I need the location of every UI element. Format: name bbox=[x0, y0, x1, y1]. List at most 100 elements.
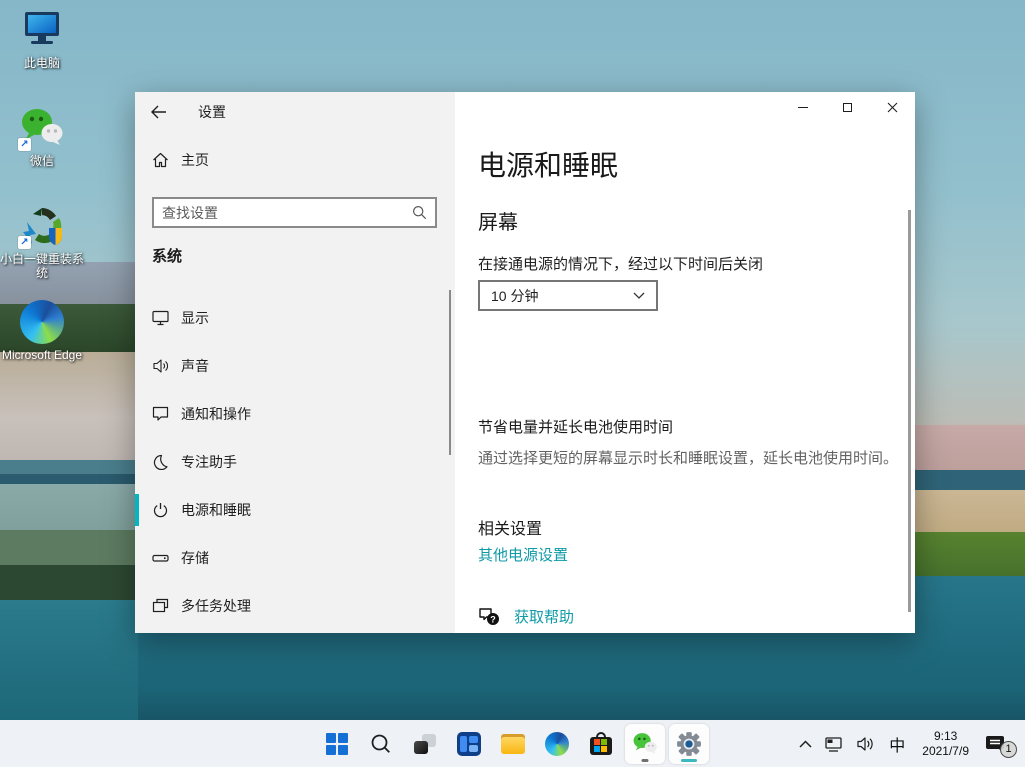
wallpaper-left-green bbox=[0, 530, 138, 565]
task-view-button[interactable] bbox=[403, 722, 447, 766]
display-icon bbox=[152, 310, 169, 326]
wallpaper-left-mist bbox=[0, 484, 138, 530]
shortcut-arrow-icon: ↗ bbox=[18, 236, 31, 249]
taskbar-search-button[interactable] bbox=[359, 722, 403, 766]
page-title: 电源和睡眠 bbox=[478, 144, 618, 184]
close-button[interactable] bbox=[870, 92, 915, 122]
clock-time: 9:13 bbox=[934, 729, 957, 744]
window-title: 设置 bbox=[198, 102, 226, 122]
start-button[interactable] bbox=[315, 722, 359, 766]
selected-accent-bar bbox=[135, 494, 139, 526]
network-icon bbox=[824, 735, 844, 753]
network-tray-button[interactable] bbox=[819, 726, 849, 762]
settings-sidebar: 设置 主页 系统 bbox=[135, 92, 455, 633]
chevron-down-icon bbox=[633, 292, 645, 299]
multitasking-icon bbox=[152, 598, 169, 614]
storage-icon bbox=[152, 550, 169, 566]
search-icon[interactable] bbox=[412, 205, 435, 220]
edge-icon bbox=[19, 300, 65, 344]
screen-timeout-value: 10 分钟 bbox=[491, 286, 538, 306]
ime-indicator[interactable]: 中 bbox=[882, 726, 912, 762]
nav-label: 专注助手 bbox=[181, 452, 237, 472]
search-input[interactable] bbox=[154, 205, 412, 221]
this-pc-icon bbox=[19, 8, 65, 52]
windows-start-icon bbox=[326, 733, 348, 755]
sidebar-item-sound[interactable]: 声音 bbox=[135, 342, 455, 390]
wallpaper-left-dunes bbox=[0, 352, 138, 460]
sidebar-item-display[interactable]: 显示 bbox=[135, 294, 455, 342]
desktop-icon-this-pc[interactable]: 此电脑 bbox=[0, 8, 84, 70]
edge-icon bbox=[545, 732, 569, 756]
sidebar-item-power-sleep[interactable]: 电源和睡眠 bbox=[135, 486, 455, 534]
sidebar-item-multitasking[interactable]: 多任务处理 bbox=[135, 582, 455, 630]
titlebar: 设置 bbox=[135, 92, 455, 132]
nav-label: 多任务处理 bbox=[181, 596, 251, 616]
tray-overflow-button[interactable] bbox=[794, 726, 817, 762]
sidebar-item-storage[interactable]: 存储 bbox=[135, 534, 455, 582]
desktop-icon-wechat[interactable]: ↗ 微信 bbox=[0, 106, 84, 168]
widgets-icon bbox=[457, 732, 481, 756]
sidebar-item-notifications[interactable]: 通知和操作 bbox=[135, 390, 455, 438]
settings-content: 电源和睡眠 屏幕 在接通电源的情况下，经过以下时间后关闭 10 分钟 节省电量并… bbox=[455, 92, 915, 633]
focus-assist-icon bbox=[152, 454, 169, 470]
shortcut-arrow-icon: ↗ bbox=[18, 138, 31, 151]
nav-label: 通知和操作 bbox=[181, 404, 251, 424]
search-box[interactable] bbox=[152, 197, 437, 228]
notifications-icon bbox=[152, 406, 169, 422]
xiaobai-reinstall-icon: ↗ bbox=[19, 204, 65, 248]
widgets-button[interactable] bbox=[447, 722, 491, 766]
taskbar: 中 9:13 2021/7/9 1 bbox=[0, 720, 1025, 767]
additional-power-settings-link[interactable]: 其他电源设置 bbox=[478, 544, 568, 565]
search-icon bbox=[370, 733, 392, 755]
screen-section-heading: 屏幕 bbox=[478, 206, 518, 235]
taskbar-clock[interactable]: 9:13 2021/7/9 bbox=[914, 726, 977, 762]
window-controls bbox=[780, 92, 915, 122]
power-icon bbox=[152, 502, 169, 518]
wallpaper-left-shoreline bbox=[0, 474, 138, 484]
minimize-button[interactable] bbox=[780, 92, 825, 122]
file-explorer-button[interactable] bbox=[491, 722, 535, 766]
file-explorer-icon bbox=[501, 734, 525, 754]
get-help-link[interactable]: 获取帮助 bbox=[514, 606, 574, 627]
edge-button[interactable] bbox=[535, 722, 579, 766]
clock-date: 2021/7/9 bbox=[922, 744, 969, 759]
wechat-taskbar-button[interactable] bbox=[625, 724, 665, 764]
plugged-in-label: 在接通电源的情况下，经过以下时间后关闭 bbox=[478, 253, 763, 274]
sidebar-item-focus-assist[interactable]: 专注助手 bbox=[135, 438, 455, 486]
volume-tray-button[interactable] bbox=[851, 726, 880, 762]
desktop-icon-label: 微信 bbox=[30, 154, 54, 168]
desktop-icon-label: Microsoft Edge bbox=[2, 348, 82, 362]
desktop-icon-edge[interactable]: Microsoft Edge bbox=[0, 300, 84, 362]
running-indicator bbox=[641, 759, 648, 762]
back-button[interactable] bbox=[135, 92, 181, 132]
desktop-icon-xiaobai-reinstall[interactable]: ↗ 小白一键重装系统 bbox=[0, 204, 84, 280]
close-icon bbox=[887, 102, 898, 113]
store-button[interactable] bbox=[579, 722, 623, 766]
desktop-icon-label: 此电脑 bbox=[24, 56, 60, 70]
home-icon bbox=[152, 152, 169, 168]
wallpaper-left-shore bbox=[0, 460, 138, 474]
notification-center-button[interactable]: 1 bbox=[979, 726, 1017, 762]
sidebar-scrollbar[interactable] bbox=[449, 290, 451, 455]
nav-label: 存储 bbox=[181, 548, 209, 568]
wechat-icon: ↗ bbox=[19, 106, 65, 150]
screen-timeout-dropdown[interactable]: 10 分钟 bbox=[478, 280, 658, 311]
chevron-up-icon bbox=[799, 740, 812, 748]
content-scrollbar[interactable] bbox=[908, 210, 911, 612]
nav-list: 显示 声音 通知和操作 bbox=[135, 294, 455, 630]
settings-taskbar-button[interactable] bbox=[669, 724, 709, 764]
wallpaper-left-reflection bbox=[0, 565, 138, 600]
sidebar-item-home[interactable]: 主页 bbox=[152, 150, 209, 170]
taskbar-center-icons bbox=[315, 722, 711, 766]
back-arrow-icon bbox=[150, 105, 167, 119]
wechat-icon bbox=[631, 732, 659, 756]
get-help-icon: ? bbox=[478, 607, 500, 626]
active-indicator bbox=[681, 759, 697, 762]
settings-gear-icon bbox=[676, 731, 702, 757]
notification-badge: 1 bbox=[1000, 741, 1017, 758]
battery-tip-title: 节省电量并延长电池使用时间 bbox=[478, 416, 673, 437]
battery-tip-description: 通过选择更短的屏幕显示时长和睡眠设置，延长电池使用时间。 bbox=[478, 447, 898, 468]
maximize-icon bbox=[843, 103, 852, 112]
get-help-row[interactable]: ? 获取帮助 bbox=[478, 606, 574, 627]
maximize-button[interactable] bbox=[825, 92, 870, 122]
